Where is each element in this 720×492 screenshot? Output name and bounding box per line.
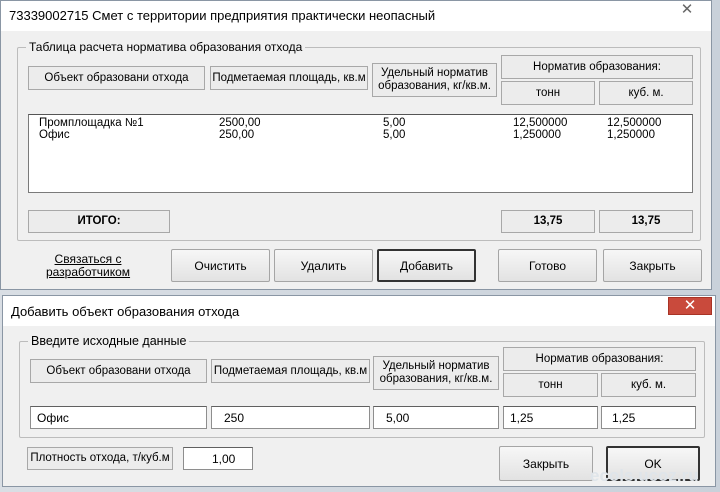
total-tons: 13,75	[501, 210, 595, 233]
row-name: Промплощадка №1	[39, 117, 144, 129]
close-button[interactable]: Закрыть	[603, 249, 702, 282]
calculation-window: 73339002715 Смет с территории предприяти…	[0, 0, 712, 290]
row-norm: 5,00	[383, 117, 406, 129]
group-title: Введите исходные данные	[28, 334, 190, 348]
header-cubic: куб. м.	[599, 81, 693, 105]
object-name-field[interactable]: Офис	[30, 406, 207, 429]
objects-list[interactable]: Промплощадка №1 2500,00 5,00 12,500000 1…	[28, 114, 693, 193]
row-cubic: 1,250000	[607, 129, 655, 141]
add-button[interactable]: Добавить	[377, 249, 476, 282]
delete-button[interactable]: Удалить	[274, 249, 373, 282]
window-title: 73339002715 Смет с территории предприяти…	[9, 8, 436, 23]
done-button[interactable]: Готово	[498, 249, 597, 282]
contact-developer-link[interactable]: Связаться с разработчиком	[43, 253, 133, 279]
close-button[interactable]: Закрыть	[499, 446, 593, 481]
header-norm: Удельный норматив образования, кг/кв.м.	[373, 356, 499, 390]
norm-field[interactable]: 5,00	[373, 406, 499, 429]
header-object: Объект образовани отхода	[28, 66, 205, 90]
add-object-dialog: Добавить объект образования отхода ✕ Вве…	[2, 295, 716, 487]
add-object-dialog-titlebar[interactable]: Добавить объект образования отхода ✕	[3, 296, 715, 326]
close-icon[interactable]: ✕	[668, 297, 712, 315]
row-tons: 1,250000	[513, 129, 561, 141]
clear-button[interactable]: Очистить	[171, 249, 270, 282]
header-object: Объект образовани отхода	[30, 359, 207, 383]
row-area: 250,00	[219, 129, 255, 141]
header-cubic: куб. м.	[601, 373, 696, 397]
total-cubic: 13,75	[599, 210, 693, 233]
header-area: Подметаемая площадь, кв.м	[211, 359, 370, 383]
row-norm: 5,00	[383, 129, 406, 141]
total-label: ИТОГО:	[28, 210, 170, 233]
row-name: Офис	[39, 129, 70, 141]
cubic-field[interactable]: 1,25	[601, 406, 696, 429]
header-normative: Норматив образования:	[503, 347, 696, 371]
tons-field[interactable]: 1,25	[503, 406, 598, 429]
close-icon[interactable]: ✕	[665, 2, 709, 20]
header-normative: Норматив образования:	[501, 55, 693, 79]
group-title: Таблица расчета норматива образования от…	[26, 40, 306, 54]
header-area: Подметаемая площадь, кв.м	[210, 66, 368, 90]
row-cubic: 12,500000	[607, 117, 662, 129]
header-tons: тонн	[501, 81, 595, 105]
calculation-window-titlebar[interactable]: 73339002715 Смет с территории предприяти…	[1, 1, 711, 31]
row-area: 2500,00	[219, 117, 261, 129]
header-tons: тонн	[503, 373, 598, 397]
area-field[interactable]: 250	[211, 406, 370, 429]
header-norm: Удельный норматив образования, кг/кв.м.	[372, 63, 497, 97]
density-field[interactable]: 1,00	[183, 447, 253, 470]
dialog-title: Добавить объект образования отхода	[11, 304, 240, 319]
watermark: ecols.ucoz.ru	[590, 466, 699, 485]
row-tons: 12,500000	[513, 117, 568, 129]
density-label: Плотность отхода, т/куб.м	[27, 447, 173, 470]
